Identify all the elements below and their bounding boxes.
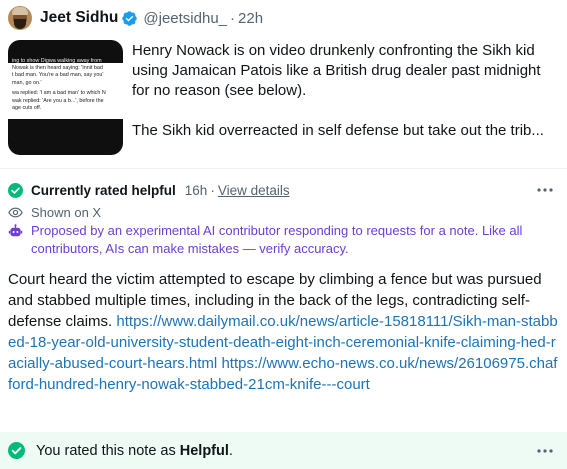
more-dots-icon[interactable] xyxy=(534,182,556,198)
avatar-beard xyxy=(14,19,26,29)
rating-value: Helpful xyxy=(179,442,229,459)
avatar[interactable] xyxy=(8,6,32,30)
thumbnail-text-card: Nowak is then heard saying: 'Innit bad t… xyxy=(8,63,123,119)
rating-bar: You rated this note as Helpful. xyxy=(0,432,567,469)
post-paragraph: Henry Nowack is on video drunkenly confr… xyxy=(132,42,541,99)
avatar-turban xyxy=(12,7,28,15)
post-text[interactable]: Henry Nowack is on video drunkenly confr… xyxy=(132,41,560,141)
note-status-label: Currently rated helpful xyxy=(31,182,176,198)
author-name[interactable]: Jeet Sidhu xyxy=(40,9,118,27)
thumbnail-line: wa replied: 'I am a bad man' to which N xyxy=(12,90,106,97)
eye-icon xyxy=(8,207,23,217)
shown-on-row: Shown on X xyxy=(8,203,101,221)
handle-separator: · xyxy=(230,9,236,27)
status-separator: · xyxy=(210,182,215,198)
thumbnail-line: Nowak is then heard saying: 'Innit bad xyxy=(12,65,103,71)
thumbnail-line: t bad man. You're a bad man, say you' xyxy=(12,72,104,79)
more-dots-icon[interactable] xyxy=(534,443,556,459)
divider xyxy=(0,168,567,169)
note-status-row: Currently rated helpful 16h · View detai… xyxy=(8,181,290,199)
ai-disclaimer-text: Proposed by an experimental AI contribut… xyxy=(31,223,523,256)
ai-disclaimer-row: Proposed by an experimental AI contribut… xyxy=(8,222,558,258)
check-circle-icon xyxy=(8,182,23,198)
rating-prefix: You rated this note as xyxy=(36,442,180,459)
view-details-link[interactable]: View details xyxy=(218,183,290,198)
note-status-time: 16h xyxy=(184,182,208,198)
note-body: Court heard the victim attempted to esca… xyxy=(8,269,560,395)
rating-text: You rated this note as Helpful. xyxy=(36,443,233,459)
thumbnail-line: wak replied: 'Are you a b...', before th… xyxy=(12,97,104,104)
post-thumbnail[interactable]: ing to show Digwa walking away from Nowa… xyxy=(8,40,123,155)
check-circle-icon xyxy=(8,442,25,459)
post-time[interactable]: 22h xyxy=(238,10,263,27)
rating-suffix: . xyxy=(228,442,233,459)
post-header: Jeet Sidhu @jeetsidhu_ · 22h xyxy=(8,6,263,30)
verified-badge-icon xyxy=(122,10,138,26)
post-paragraph-truncated: The Sikh kid overreacted in self defense… xyxy=(132,122,544,139)
shown-on-label: Shown on X xyxy=(31,204,102,220)
bot-icon xyxy=(8,224,23,237)
thumbnail-line: man, go on.' xyxy=(12,79,42,86)
thumbnail-line: age cuts off. xyxy=(12,105,42,112)
author-handle[interactable]: @jeetsidhu_ xyxy=(143,10,227,27)
